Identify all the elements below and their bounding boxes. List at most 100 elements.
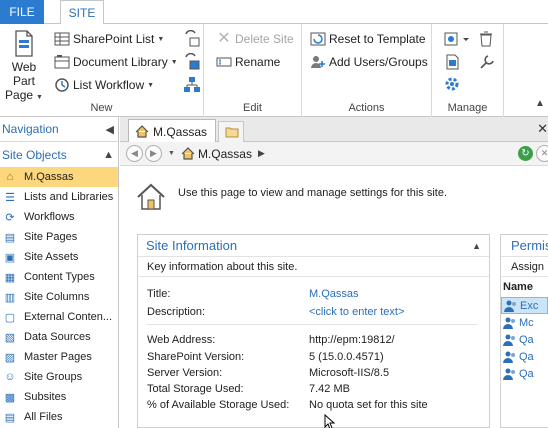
group-label-edit: Edit xyxy=(243,102,262,114)
nav-item-site-groups[interactable]: ☺ Site Groups xyxy=(0,367,118,387)
folder-icon xyxy=(225,127,239,138)
navigation-header[interactable]: Navigation ◀ xyxy=(0,117,118,142)
forward-icon[interactable]: ▶ xyxy=(145,145,162,162)
nav-item-site-columns[interactable]: ▥ Site Columns xyxy=(0,287,118,307)
web-address-value: http://epm:19812/ xyxy=(309,334,395,346)
nav-item-label: All Files xyxy=(24,411,63,423)
nav-item-content-types[interactable]: ▦ Content Types xyxy=(0,267,118,287)
permissions-column-name[interactable]: Name xyxy=(501,277,548,297)
divider xyxy=(147,324,477,325)
subsites-icon: ▩ xyxy=(4,391,16,404)
list-icon: ☰ xyxy=(5,191,15,204)
nav-item-subsites[interactable]: ▩ Subsites xyxy=(0,387,118,407)
field-available-storage: % of Available Storage Used: No quota se… xyxy=(147,399,477,411)
web-part-page-icon xyxy=(15,30,33,57)
chevron-down-icon: ▼ xyxy=(170,58,178,66)
chevron-up-icon[interactable]: ▲ xyxy=(103,149,114,161)
nav-item-external-conten[interactable]: ▢ External Conten... xyxy=(0,307,118,327)
collapse-ribbon-icon[interactable]: ▲ xyxy=(535,98,545,109)
document-library-button[interactable]: Document Library ▼ xyxy=(54,54,178,70)
doc-tab-site[interactable]: M.Qassas xyxy=(128,119,216,143)
permission-row[interactable]: Qa xyxy=(501,365,548,382)
nav-item-data-sources[interactable]: ▧ Data Sources xyxy=(0,327,118,347)
breadcrumb-chevron-icon[interactable]: ▶ xyxy=(258,148,265,159)
new-external-list-icon[interactable] xyxy=(183,53,201,71)
left-navigation: Navigation ◀ Site Objects ▲ ⌂ M.Qassas ☰ Li… xyxy=(0,117,119,428)
nav-item-m-qassas[interactable]: ⌂ M.Qassas xyxy=(0,167,118,187)
permission-name: Qa xyxy=(519,350,534,363)
stop-icon[interactable]: ✕ xyxy=(536,145,548,162)
nav-item-label: Site Assets xyxy=(24,251,79,263)
nav-item-site-pages[interactable]: ▤ Site Pages xyxy=(0,227,118,247)
field-label: Server Version: xyxy=(147,367,223,379)
field-label: Web Address: xyxy=(147,334,216,346)
nav-item-workflows[interactable]: ⟳ Workflows xyxy=(0,207,118,227)
master-pages-icon: ▨ xyxy=(4,351,16,364)
permission-name: Exc xyxy=(520,299,539,312)
subsite-icon[interactable] xyxy=(183,76,201,94)
home-icon: ⌂ xyxy=(6,171,14,183)
group-label-manage: Manage xyxy=(447,102,488,114)
site-options-icon[interactable] xyxy=(444,31,474,47)
collapse-navigation-icon[interactable]: ◀ xyxy=(106,123,114,136)
permission-row[interactable]: Exc xyxy=(501,297,548,314)
ribbon-group-actions: Reset to Template Add Users/Groups Actio… xyxy=(302,24,432,117)
nav-item-master-pages[interactable]: ▨ Master Pages xyxy=(0,347,118,367)
rename-label: Rename xyxy=(235,55,281,69)
site-settings-icon[interactable] xyxy=(479,54,495,70)
description-value[interactable]: <click to enter text> xyxy=(309,306,404,318)
nav-item-label: Data Sources xyxy=(24,331,91,343)
preview-in-browser-icon[interactable] xyxy=(444,54,460,70)
recycle-bin-icon[interactable] xyxy=(479,31,493,47)
files-icon: ▤ xyxy=(4,411,16,424)
tab-site[interactable]: SITE xyxy=(60,0,104,25)
site-information-subtitle: Key information about this site. xyxy=(138,257,489,277)
new-list-from-excel-icon[interactable] xyxy=(183,30,201,48)
breadcrumb-site[interactable]: M.Qassas xyxy=(198,147,252,161)
tab-file[interactable]: FILE xyxy=(0,0,44,24)
web-part-page-button[interactable]: Web Part Page ▼ xyxy=(2,30,46,105)
workflow-icon: ⟳ xyxy=(5,211,15,224)
group-icon xyxy=(503,368,515,380)
close-tab-icon[interactable]: ✕ xyxy=(537,121,548,137)
permission-row[interactable]: Mc xyxy=(501,314,548,331)
back-icon[interactable]: ◀ xyxy=(126,145,143,162)
refresh-icon[interactable]: ↻ xyxy=(518,146,533,161)
history-dropdown-icon[interactable]: ▼ xyxy=(168,150,175,157)
site-title-value[interactable]: M.Qassas xyxy=(309,288,359,300)
nav-item-all-files[interactable]: ▤ All Files xyxy=(0,407,118,427)
permissions-title[interactable]: Permissions xyxy=(501,235,548,257)
content-types-icon: ▦ xyxy=(4,271,16,284)
site-objects-header[interactable]: Site Objects ▲ xyxy=(0,142,118,167)
chevron-down-icon: ▼ xyxy=(157,35,165,43)
nav-item-label: Workflows xyxy=(24,211,75,223)
delete-site-button[interactable]: ✕ Delete Site xyxy=(216,31,293,47)
new-tab-button[interactable] xyxy=(218,121,244,142)
field-total-storage: Total Storage Used: 7.42 MB xyxy=(147,383,477,395)
add-users-groups-button[interactable]: Add Users/Groups xyxy=(310,54,428,70)
nav-item-site-assets[interactable]: ▣ Site Assets xyxy=(0,247,118,267)
rename-button[interactable]: Rename xyxy=(216,54,280,70)
document-library-icon xyxy=(54,55,70,69)
site-objects-list: ⌂ M.Qassas ☰ Lists and Libraries ⟳ Workflows ▤… xyxy=(0,167,118,427)
nav-item-label: Subsites xyxy=(24,391,67,403)
site-information-panel: Site Information ▲ Key information about… xyxy=(137,234,490,428)
field-label: Title: xyxy=(147,288,171,300)
site-information-title: Site Information xyxy=(146,238,238,253)
permission-row[interactable]: Qa xyxy=(501,348,548,365)
document-library-label: Document Library xyxy=(73,55,168,69)
add-users-icon xyxy=(311,56,325,68)
ribbon-group-edit: ✕ Delete Site Rename Edit xyxy=(204,24,302,117)
site-information-header[interactable]: Site Information ▲ xyxy=(138,235,489,257)
nav-item-lists-and-libraries[interactable]: ☰ Lists and Libraries xyxy=(0,187,118,207)
field-label: Description: xyxy=(147,306,206,318)
nav-item-label: Site Columns xyxy=(24,291,90,303)
sharepoint-list-button[interactable]: SharePoint List ▼ xyxy=(54,31,164,47)
permission-row[interactable]: Qa xyxy=(501,331,548,348)
nav-item-label: M.Qassas xyxy=(24,171,74,183)
chevron-up-icon[interactable]: ▲ xyxy=(472,241,481,251)
list-workflow-button[interactable]: List Workflow ▼ xyxy=(54,77,154,93)
administration-icon[interactable] xyxy=(444,76,460,92)
permission-name: Qa xyxy=(519,367,534,380)
reset-to-template-button[interactable]: Reset to Template xyxy=(310,31,426,47)
